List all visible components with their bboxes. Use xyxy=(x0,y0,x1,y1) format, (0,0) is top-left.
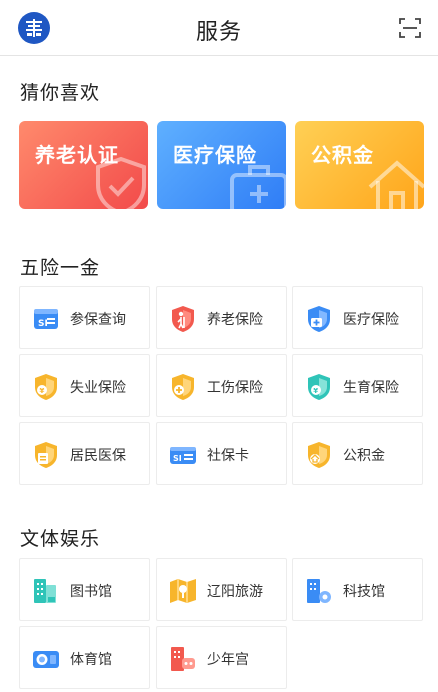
elder-shield-icon xyxy=(172,306,194,332)
svg-text:¥: ¥ xyxy=(313,387,318,395)
tile-insurance-query[interactable]: SI 参保查询 xyxy=(19,286,150,349)
tile-liaoyang-travel[interactable]: 辽阳旅游 xyxy=(156,558,287,621)
tile-library[interactable]: 图书馆 xyxy=(19,558,150,621)
svg-text:SI: SI xyxy=(173,454,182,463)
tile-label: 少年宫 xyxy=(207,652,249,668)
section-title-insurance: 五险一金 xyxy=(20,257,101,279)
tile-label: 公积金 xyxy=(343,448,385,464)
injury-shield-icon xyxy=(172,374,194,400)
tile-label: 居民医保 xyxy=(70,448,126,464)
fund-house-icon xyxy=(308,442,330,468)
tile-stadium[interactable]: 体育馆 xyxy=(19,626,150,689)
tile-label: 医疗保险 xyxy=(343,312,399,328)
page-title: 服务 xyxy=(195,20,242,45)
tile-label: 体育馆 xyxy=(70,652,112,668)
si-card-icon: SI xyxy=(34,309,58,329)
tile-label: 参保查询 xyxy=(70,312,126,328)
social-card-icon: SI xyxy=(170,447,196,464)
tile-pension-insurance[interactable]: 养老保险 xyxy=(156,286,287,349)
medkit-icon xyxy=(230,165,286,209)
tile-resident-medical[interactable]: 居民医保 xyxy=(19,422,150,485)
card-medical-insurance[interactable]: 医疗保险 xyxy=(157,121,286,209)
science-museum-icon xyxy=(307,579,331,603)
tile-social-security-card[interactable]: SI 社保卡 xyxy=(156,422,287,485)
tile-work-injury-insurance[interactable]: 工伤保险 xyxy=(156,354,287,417)
tile-medical-insurance[interactable]: 医疗保险 xyxy=(292,286,423,349)
resident-medical-icon xyxy=(35,442,57,468)
tile-unemployment-insurance[interactable]: ¥ 失业保险 xyxy=(19,354,150,417)
stadium-icon xyxy=(33,651,59,668)
tile-label: 图书馆 xyxy=(70,584,112,600)
svg-text:SI: SI xyxy=(38,319,48,329)
shield-check-icon xyxy=(96,156,146,209)
card-pension-certification[interactable]: 养老认证 xyxy=(19,121,148,209)
header-bar: 服务 xyxy=(0,0,438,56)
travel-map-icon xyxy=(170,579,196,603)
scan-icon[interactable] xyxy=(398,16,422,40)
tile-label: 工伤保险 xyxy=(207,380,263,396)
tile-science-museum[interactable]: 科技馆 xyxy=(292,558,423,621)
maternity-shield-icon: ¥ xyxy=(308,374,330,400)
card-housing-fund[interactable]: 公积金 xyxy=(295,121,424,209)
svg-text:¥: ¥ xyxy=(40,387,45,395)
unemployment-shield-icon: ¥ xyxy=(35,374,57,400)
tile-youth-palace[interactable]: 少年宫 xyxy=(156,626,287,689)
tile-label: 养老保险 xyxy=(207,312,263,328)
medical-shield-icon xyxy=(308,306,330,332)
tile-maternity-insurance[interactable]: ¥ 生育保险 xyxy=(292,354,423,417)
house-icon xyxy=(368,160,424,209)
tile-label: 生育保险 xyxy=(343,380,399,396)
tile-label: 失业保险 xyxy=(70,380,126,396)
section-title-culture: 文体娱乐 xyxy=(20,528,101,550)
tile-housing-fund[interactable]: 公积金 xyxy=(292,422,423,485)
library-icon xyxy=(34,579,56,603)
tile-label: 社保卡 xyxy=(207,448,249,464)
section-title-recommend: 猜你喜欢 xyxy=(20,82,101,104)
tile-label: 辽阳旅游 xyxy=(207,584,263,600)
tile-label: 科技馆 xyxy=(343,584,385,600)
youth-palace-icon xyxy=(171,647,195,671)
